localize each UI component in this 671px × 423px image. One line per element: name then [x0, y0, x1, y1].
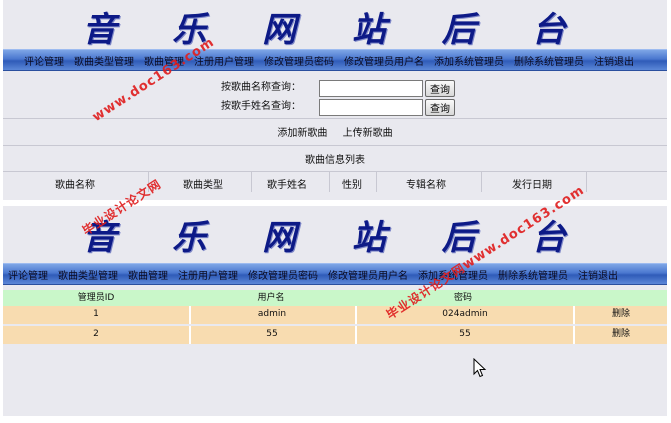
search-by-name-button[interactable]: 查询	[425, 80, 455, 97]
search-by-name-row: 按歌曲名称查询： 查询	[3, 79, 667, 99]
nav-change-admin-password[interactable]: 修改管理员密码	[259, 53, 339, 68]
upload-song-link[interactable]: 上传新歌曲	[343, 128, 393, 139]
col-gender: 性别	[342, 180, 362, 191]
col-password: 密码	[453, 293, 472, 303]
add-song-link[interactable]: 添加新歌曲	[277, 128, 327, 139]
nav-bar: 评论管理 歌曲类型管理 歌曲管理 注册用户管理 修改管理员密码 修改管理员用户名…	[3, 263, 667, 285]
password-cell: 55	[459, 329, 471, 339]
column-separator	[586, 172, 587, 192]
nav-song-management[interactable]: 歌曲管理	[123, 267, 173, 282]
col-singer-name: 歌手姓名	[267, 180, 307, 191]
song-name-input[interactable]	[319, 80, 423, 97]
column-separator	[251, 172, 252, 192]
nav-delete-admin[interactable]: 删除系统管理员	[509, 53, 589, 68]
col-song-name: 歌曲名称	[55, 180, 95, 191]
nav-song-type-management[interactable]: 歌曲类型管理	[69, 53, 139, 68]
admin-table-header: 管理员ID 用户名 密码	[3, 290, 667, 306]
action-links: 添加新歌曲 上传新歌曲	[3, 124, 667, 139]
divider	[3, 145, 667, 146]
nav-registered-user-management[interactable]: 注册用户管理	[173, 267, 243, 282]
admin-id-cell: 2	[93, 329, 99, 339]
username-cell: admin	[257, 309, 287, 319]
search-by-singer-label: 按歌手姓名查询：	[221, 101, 301, 112]
nav-comment-management[interactable]: 评论管理	[19, 53, 69, 68]
column-separator	[329, 172, 330, 192]
column-separator	[481, 172, 482, 192]
admin-management-panel: 音 乐 网 站 后 台 评论管理 歌曲类型管理 歌曲管理 注册用户管理 修改管理…	[3, 206, 667, 416]
nav-logout[interactable]: 注销退出	[573, 267, 623, 282]
singer-name-input[interactable]	[319, 99, 423, 116]
search-by-singer-button[interactable]: 查询	[425, 99, 455, 116]
col-release-date: 发行日期	[512, 180, 552, 191]
song-management-panel: 音 乐 网 站 后 台 评论管理 歌曲类型管理 歌曲管理 注册用户管理 修改管理…	[3, 0, 667, 200]
col-song-type: 歌曲类型	[183, 180, 223, 191]
nav-change-admin-username[interactable]: 修改管理员用户名	[339, 53, 429, 68]
song-list-title: 歌曲信息列表	[305, 155, 365, 166]
nav-change-admin-username[interactable]: 修改管理员用户名	[323, 267, 413, 282]
delete-admin-link[interactable]: 删除	[575, 326, 667, 342]
search-by-name-label: 按歌曲名称查询：	[221, 82, 301, 93]
table-row: 2 55 55 删除	[3, 326, 667, 344]
nav-bar: 评论管理 歌曲类型管理 歌曲管理 注册用户管理 修改管理员密码 修改管理员用户名…	[3, 49, 667, 71]
nav-logout[interactable]: 注销退出	[589, 53, 639, 68]
delete-admin-link[interactable]: 删除	[575, 306, 667, 322]
nav-change-admin-password[interactable]: 修改管理员密码	[243, 267, 323, 282]
col-username: 用户名	[257, 293, 285, 303]
nav-add-admin[interactable]: 添加系统管理员	[429, 53, 509, 68]
table-row: 1 admin 024admin 删除	[3, 306, 667, 324]
username-cell: 55	[266, 329, 278, 339]
divider	[3, 171, 667, 172]
nav-song-type-management[interactable]: 歌曲类型管理	[53, 267, 123, 282]
column-separator	[376, 172, 377, 192]
col-admin-id: 管理员ID	[77, 293, 115, 303]
banner-title: 音 乐 网 站 后 台	[82, 10, 588, 50]
nav-comment-management[interactable]: 评论管理	[3, 267, 53, 282]
admin-id-cell: 1	[93, 309, 99, 319]
col-album-name: 专辑名称	[406, 180, 446, 191]
nav-delete-admin[interactable]: 删除系统管理员	[493, 267, 573, 282]
mouse-pointer-icon	[473, 358, 487, 378]
